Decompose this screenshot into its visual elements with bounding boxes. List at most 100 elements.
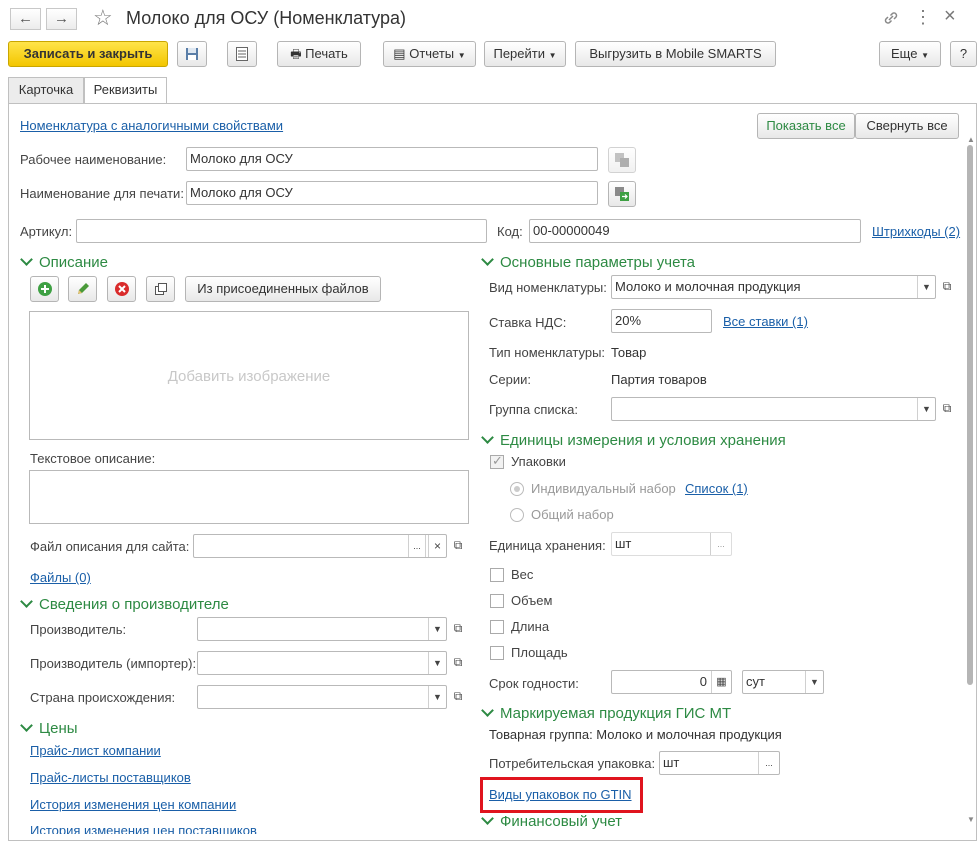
price-list-company-link[interactable]: Прайс-лист компании [30,743,161,758]
area-checkbox[interactable] [490,646,504,660]
scrollbar-thumb[interactable] [967,145,973,685]
open-window-icon[interactable]: ⧉ [937,398,957,420]
print-name-field[interactable]: Молоко для ОСУ [186,181,598,205]
price-lists-suppliers-link[interactable]: Прайс-листы поставщиков [30,770,191,785]
copy-name-icon[interactable] [608,181,636,207]
chevron-down-icon [481,253,494,266]
save-and-close-button[interactable]: Записать и закрыть [8,41,168,67]
goto-button[interactable]: Перейти ▼ [484,41,566,67]
prices-section-header[interactable]: Цены [20,719,78,737]
dropdown-arrow-icon[interactable]: ▼ [428,686,446,708]
more-menu-icon[interactable]: ⋮ [914,7,932,28]
translate-icon[interactable] [608,147,636,173]
dropdown-arrow-icon[interactable]: ▼ [805,671,823,693]
finance-section-header[interactable]: Финансовый учет [481,812,622,830]
scroll-down-icon[interactable]: ▼ [967,815,975,824]
accounting-section-header[interactable]: Основные параметры учета [481,253,696,271]
clear-icon[interactable]: × [428,535,446,557]
vertical-scrollbar[interactable]: ▲ ▼ [965,135,975,835]
analog-properties-link[interactable]: Номенклатура с аналогичными свойствами [20,118,283,133]
length-checkbox[interactable] [490,620,504,634]
storage-unit-field[interactable]: шт... [611,532,732,556]
dropdown-arrow-icon[interactable]: ▼ [917,398,935,420]
common-set-radio[interactable] [510,508,524,522]
export-mobile-smarts-button[interactable]: Выгрузить в Mobile SMARTS [575,41,776,67]
code-field[interactable]: 00-00000049 [529,219,861,243]
dropdown-arrow-icon[interactable]: ▼ [428,618,446,640]
volume-checkbox[interactable] [490,594,504,608]
dropdown-arrow-icon: ▼ [457,51,466,60]
add-image-button[interactable] [30,276,59,302]
show-all-button[interactable]: Показать все [757,113,855,139]
kind-label: Вид номенклатуры: [489,280,607,295]
marking-section-header[interactable]: Маркируемая продукция ГИС МТ [481,704,731,722]
collapse-all-button[interactable]: Свернуть все [855,113,959,139]
country-field[interactable]: ▼ [197,685,447,709]
kind-value: Молоко и молочная продукция [615,279,801,294]
price-history-company-link[interactable]: История изменения цен компании [30,797,236,812]
calculator-icon[interactable]: ▦ [711,671,731,693]
dropdown-arrow-icon[interactable]: ▼ [428,652,446,674]
chevron-down-icon [481,812,494,825]
individual-set-radio[interactable] [510,482,524,496]
back-icon[interactable]: ← [10,8,41,30]
shelf-life-field[interactable]: 0 ▦ [611,670,732,694]
edit-pencil-icon[interactable] [68,276,97,302]
open-window-icon[interactable]: ⧉ [448,686,468,708]
site-file-field[interactable]: ... × [193,534,447,558]
list-link[interactable]: Список (1) [685,481,748,496]
manufacturer-section-header[interactable]: Сведения о производителе [20,595,229,613]
link-icon[interactable] [882,9,900,30]
all-rates-link[interactable]: Все ставки (1) [723,314,808,329]
barcodes-link[interactable]: Штрихкоды (2) [872,224,960,239]
accounting-header-label: Основные параметры учета [500,254,696,271]
units-section-header[interactable]: Единицы измерения и условия хранения [481,431,786,449]
open-window-icon[interactable]: ⧉ [448,652,468,674]
close-icon[interactable]: × [944,5,956,28]
text-description-label: Текстовое описание: [30,451,156,466]
goto-label: Перейти [493,46,545,61]
image-area[interactable]: Добавить изображение [29,311,469,440]
dropdown-arrow-icon[interactable]: ▼ [917,276,935,298]
open-window-icon[interactable]: ⧉ [937,276,957,298]
forward-icon[interactable]: → [46,8,77,30]
files-link[interactable]: Файлы (0) [30,570,91,585]
packages-checkbox[interactable]: ✓ [490,453,504,469]
open-window-icon[interactable]: ⧉ [448,618,468,640]
open-window-icon[interactable] [146,276,175,302]
article-field[interactable] [76,219,487,243]
delete-icon[interactable] [107,276,136,302]
importer-field[interactable]: ▼ [197,651,447,675]
weight-checkbox[interactable] [490,568,504,582]
tab-details[interactable]: Реквизиты [84,77,167,104]
price-history-suppliers-link[interactable]: История изменения цен поставщиков [30,823,257,834]
document-list-icon[interactable] [227,41,257,67]
shelf-unit-field[interactable]: сут ▼ [742,670,824,694]
open-window-icon[interactable]: ⧉ [448,535,468,557]
vat-field[interactable]: 20% [611,309,712,333]
common-set-label: Общий набор [531,507,614,522]
help-button[interactable]: ? [950,41,977,67]
more-button[interactable]: Еще ▼ [879,41,941,67]
group-field[interactable]: ▼ [611,397,936,421]
consumer-pack-field[interactable]: шт... [659,751,780,775]
scroll-up-icon[interactable]: ▲ [967,135,975,144]
print-button[interactable]: 🖶 Печать [277,41,361,67]
star-icon[interactable]: ☆ [93,5,113,31]
tab-card[interactable]: Карточка [8,77,84,103]
gtin-packages-link[interactable]: Виды упаковок по GTIN [489,787,632,802]
chevron-down-icon [481,704,494,717]
save-icon[interactable] [177,41,207,67]
work-name-field[interactable]: Молоко для ОСУ [186,147,598,171]
ellipsis-icon[interactable]: ... [710,533,731,555]
producer-field[interactable]: ▼ [197,617,447,641]
country-label: Страна происхождения: [30,690,176,705]
ellipsis-icon[interactable]: ... [758,752,779,774]
consumer-pack-label: Потребительская упаковка: [489,756,656,771]
kind-field[interactable]: Молоко и молочная продукция ▼ [611,275,936,299]
ellipsis-icon[interactable]: ... [408,535,426,557]
attached-files-button[interactable]: Из присоединенных файлов [185,276,381,302]
description-section-header[interactable]: Описание [20,253,108,271]
text-description-field[interactable] [29,470,469,524]
reports-button[interactable]: ▤ Отчеты ▼ [383,41,476,67]
